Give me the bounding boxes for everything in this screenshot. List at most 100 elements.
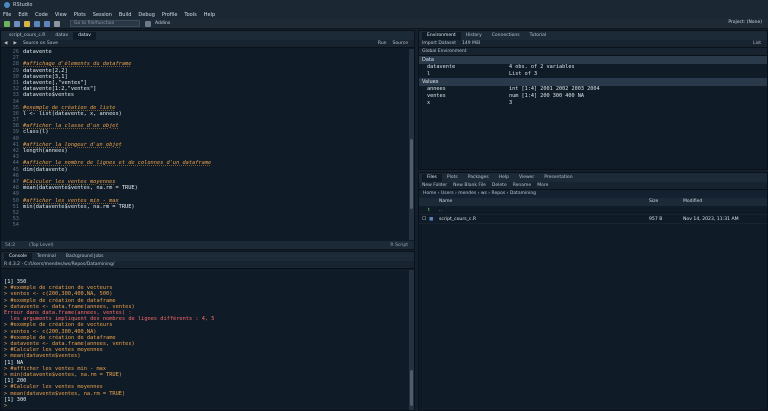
new-blank-file-button[interactable]: New Blank File [453,183,486,188]
env-row-x[interactable]: x 3 [419,100,767,107]
tab-history[interactable]: History [461,32,487,40]
table-row[interactable]: ⮤ .. [419,206,767,215]
source-button[interactable]: Source [393,41,408,46]
title-bar: RStudio [0,0,768,10]
code-text: mean(datavente$ventes, na.rm = TRUE) [23,185,138,192]
code-text: datavente [23,49,52,55]
tab-packages[interactable]: Packages [463,174,494,182]
checkbox[interactable]: ☐ [419,215,429,223]
list-view-toggle[interactable]: List [753,41,761,46]
tab-viewer[interactable]: Viewer [514,174,539,182]
console-scrollbar[interactable] [409,270,414,410]
env-row-ventes[interactable]: ventes num [1:4] 200 300 400 NA [419,93,767,100]
r-version-path: R 4.3.2 · C:/Users/mendes/ws/Repos/Datam… [4,262,115,267]
menu-tools[interactable]: Tools [184,12,196,18]
new-folder-button[interactable]: New Folder [422,183,447,188]
console-path-bar: R 4.3.2 · C:/Users/mendes/ws/Repos/Datam… [1,261,414,269]
console-line: > [4,403,8,410]
source-on-save-checkbox[interactable]: Source on Save [23,41,58,46]
editor-scrollbar[interactable] [409,49,414,240]
console-output[interactable]: [1] 350 > #exemple de création de vecteur… [4,279,412,409]
menu-plots[interactable]: Plots [74,12,86,18]
back-arrow-icon[interactable]: ◀ [4,41,7,46]
col-modified[interactable]: Modified [683,198,702,206]
source-editor-pane: script_cours_c.R datav datav ◀ ▶ Source … [0,30,415,250]
data-section-header: Data [419,56,767,64]
code-area[interactable]: 26 datavente 27 28 #affichage d'élements du … [1,49,414,240]
menu-code[interactable]: Code [35,12,48,18]
tab-console[interactable]: Console [4,253,32,261]
print-icon[interactable] [54,20,60,27]
env-row-l[interactable]: l List of 3 [419,71,767,78]
files-pane: Files Plots Packages Help Viewer Present… [418,172,768,411]
environment-toolbar: Import Dataset 149 MiB List [419,40,767,48]
grid-icon[interactable] [145,20,151,27]
table-row[interactable]: ☐ ■ script_cours_c.R 957 B Nov 14, 2023,… [419,215,767,224]
menu-session[interactable]: Session [93,12,112,18]
menu-profile[interactable]: Profile [162,12,178,18]
memory-usage[interactable]: 149 MiB [462,41,480,46]
environment-pane: Environment History Connections Tutorial… [418,30,768,170]
main-toolbar: Go to file/function Addins Project: (Non… [0,19,768,29]
more-button[interactable]: More [537,183,548,188]
files-toolbar: New Folder New Blank File Delete Rename … [419,182,767,190]
menu-bar: File Edit Code View Plots Session Build … [0,10,768,19]
code-text: datavente$ventes [23,92,75,99]
tab-plots[interactable]: Plots [442,174,463,182]
tab-help[interactable]: Help [494,174,514,182]
files-tabs: Files Plots Packages Help Viewer Present… [419,173,767,182]
tab-datav-2[interactable]: datav [73,32,96,40]
line-number: 54 [12,222,19,229]
save-icon[interactable] [34,20,40,27]
code-text: class(l) [23,129,49,136]
editor-toolbar: ◀ ▶ Source on Save Run Source [1,40,414,48]
breadcrumb[interactable]: Home › Users › mendes › ws › Repos › Dat… [419,190,767,198]
tab-background-jobs[interactable]: Background Jobs [61,253,109,261]
scope-indicator[interactable]: (Top Level) [29,243,53,248]
goto-file-input[interactable]: Go to file/function [70,20,140,27]
tab-terminal[interactable]: Terminal [32,253,61,261]
tab-files[interactable]: Files [422,174,442,182]
new-project-icon[interactable] [14,20,20,27]
app-title: RStudio [13,2,33,8]
open-folder-icon[interactable] [24,20,30,27]
menu-edit[interactable]: Edit [18,12,28,18]
global-environment-select[interactable]: Global Environment [422,49,467,54]
addins-menu[interactable]: Addins [155,21,170,26]
env-row-annees[interactable]: annees int [1:4] 2001 2002 2003 2004 [419,86,767,93]
run-button[interactable]: Run [378,41,387,46]
col-name[interactable]: Name [439,198,649,206]
file-type-indicator[interactable]: R Script [390,243,408,248]
tab-script[interactable]: script_cours_c.R [4,32,50,40]
files-table-header: Name Size Modified [419,198,767,206]
tab-connections[interactable]: Connections [487,32,525,40]
editor-status-bar: 54:2 (Top Level) R Script [1,241,414,249]
menu-help[interactable]: Help [204,12,215,18]
menu-debug[interactable]: Debug [138,12,154,18]
code-line[interactable]: 54 [1,222,414,228]
code-text: min(datavente$ventes, na.rm = TRUE) [23,203,135,210]
rename-button[interactable]: Rename [513,183,531,188]
tab-tutorial[interactable]: Tutorial [525,32,552,40]
menu-file[interactable]: File [3,12,11,18]
tab-datav-1[interactable]: datav [50,32,73,40]
col-size[interactable]: Size [649,198,683,206]
scope-bar: Global Environment [419,48,767,56]
code-text: l <- list(datavente, x, annees) [23,110,122,117]
import-dataset-button[interactable]: Import Dataset [422,41,456,46]
environment-tabs: Environment History Connections Tutorial [419,31,767,40]
env-row-datavente[interactable]: datavente 4 obs. of 2 variables [419,64,767,71]
menu-build[interactable]: Build [119,12,132,18]
values-section-header: Values [419,78,767,86]
console-pane: Console Terminal Background Jobs R 4.3.2… [0,251,415,411]
forward-arrow-icon[interactable]: ▶ [13,41,16,46]
tab-presentation[interactable]: Presentation [539,174,577,182]
project-menu[interactable]: Project: (None) [728,20,762,25]
tab-environment[interactable]: Environment [422,32,461,40]
save-all-icon[interactable] [44,20,50,27]
new-file-icon[interactable] [4,20,10,27]
code-text: length(annees) [23,148,68,154]
menu-view[interactable]: View [55,12,67,18]
rstudio-logo-icon [4,2,10,8]
delete-button[interactable]: Delete [492,183,507,188]
